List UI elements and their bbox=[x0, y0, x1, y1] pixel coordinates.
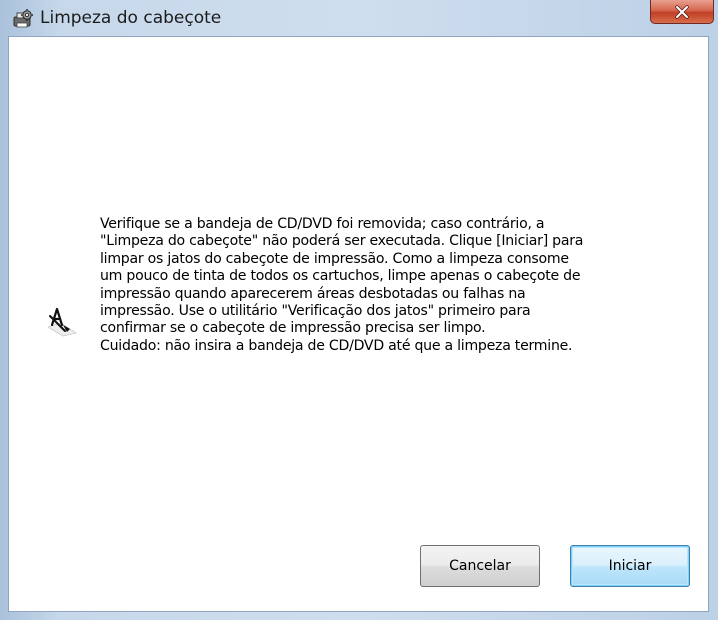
start-button[interactable]: Iniciar bbox=[570, 545, 690, 587]
nozzle-check-icon bbox=[45, 305, 79, 339]
dialog-content: Verifique se a bandeja de CD/DVD foi rem… bbox=[8, 36, 709, 612]
window-title: Limpeza do cabeçote bbox=[40, 8, 222, 28]
close-icon bbox=[674, 4, 690, 19]
cancel-button[interactable]: Cancelar bbox=[420, 545, 540, 587]
dialog-window: Limpeza do cabeçote Verifique se a bande… bbox=[0, 0, 718, 620]
title-bar[interactable]: Limpeza do cabeçote bbox=[0, 0, 718, 36]
close-button[interactable] bbox=[650, 0, 714, 24]
printer-tool-icon bbox=[12, 9, 34, 29]
instruction-text: Verifique se a bandeja de CD/DVD foi rem… bbox=[100, 216, 584, 354]
